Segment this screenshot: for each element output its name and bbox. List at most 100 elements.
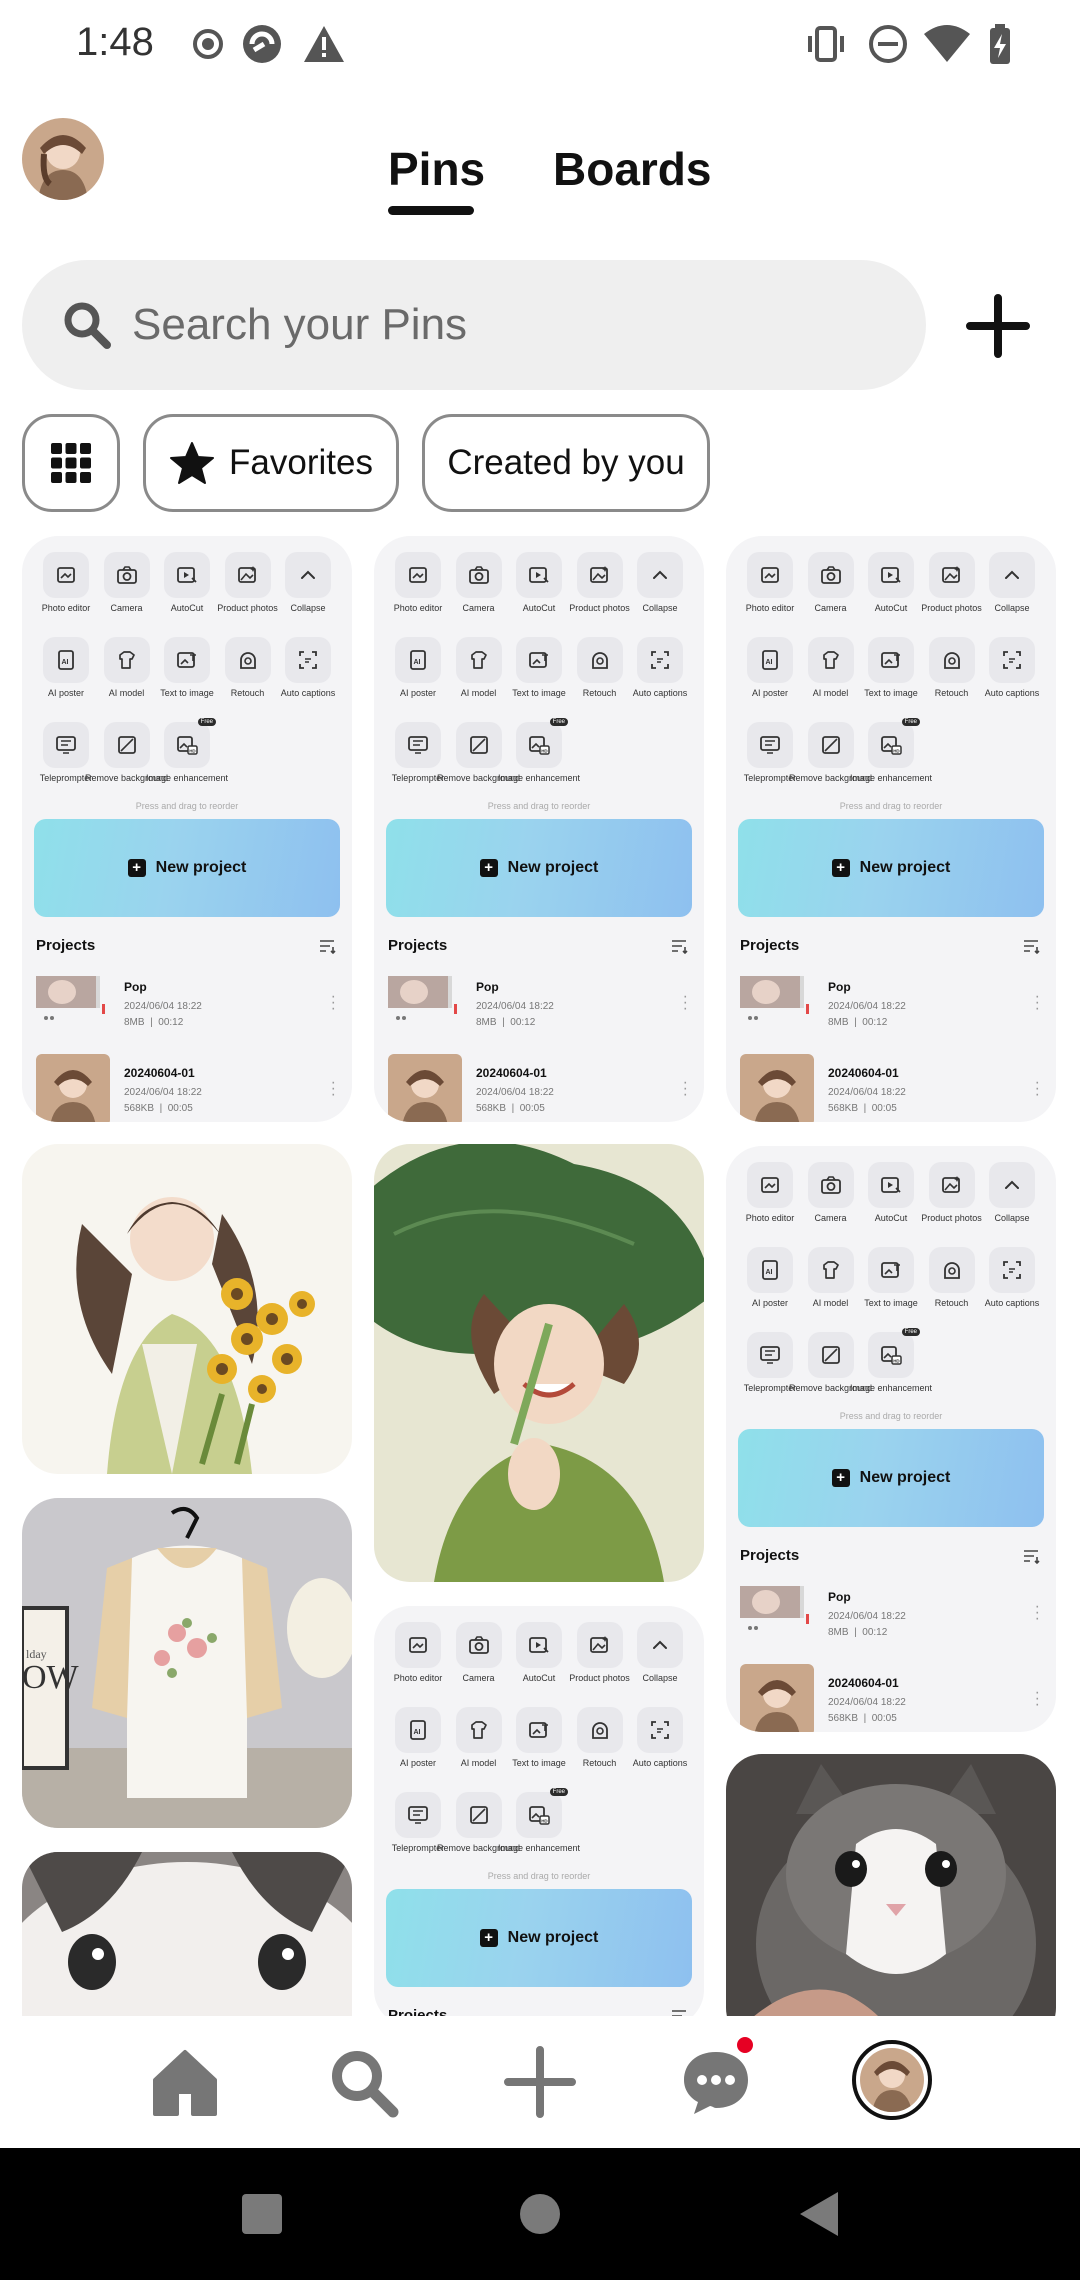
- tool-autocut[interactable]: AutoCut: [509, 552, 569, 625]
- tool-chevron-up[interactable]: Collapse: [278, 552, 338, 625]
- more-options-icon[interactable]: · · ·: [331, 989, 336, 1017]
- tool-autocut[interactable]: AutoCut: [861, 552, 921, 625]
- pin-card[interactable]: Photo editor Camera AutoCut Product photos C…: [374, 536, 704, 1122]
- tool-retouch[interactable]: Retouch: [570, 1707, 630, 1780]
- tool-text-to-image[interactable]: Text to image: [509, 637, 569, 710]
- more-options-icon[interactable]: · · ·: [683, 989, 688, 1017]
- tool-auto-captions[interactable]: Auto captions: [630, 1707, 690, 1780]
- more-options-icon[interactable]: · · ·: [1035, 1685, 1040, 1713]
- tool-ai-model[interactable]: AI model: [449, 1707, 509, 1780]
- tool-text-to-image[interactable]: Text to image: [861, 1247, 921, 1320]
- tool-autocut[interactable]: AutoCut: [157, 552, 217, 625]
- tool-autocut[interactable]: AutoCut: [861, 1162, 921, 1235]
- tool-camera[interactable]: Camera: [97, 552, 157, 625]
- new-project-button[interactable]: + New project: [738, 1429, 1044, 1527]
- tool-camera[interactable]: Camera: [801, 552, 861, 625]
- more-options-icon[interactable]: · · ·: [1035, 989, 1040, 1017]
- tool-camera[interactable]: Camera: [449, 1622, 509, 1695]
- tool-image-enhancement[interactable]: HD Free Image enhancement: [146, 718, 228, 795]
- project-item[interactable]: Pop 2024/06/04 18:22 8MB | 00:12 · · ·: [22, 954, 352, 1040]
- pin-image-cat[interactable]: [726, 1754, 1056, 2016]
- tool-chevron-up[interactable]: Collapse: [982, 1162, 1042, 1235]
- tool-ai-poster[interactable]: AI AI poster: [388, 637, 448, 710]
- tool-product-photos[interactable]: Product photos: [569, 1622, 630, 1695]
- tool-photo-editor[interactable]: Photo editor: [36, 552, 96, 625]
- tool-ai-model[interactable]: AI model: [97, 637, 157, 710]
- pins-feed[interactable]: Photo editor Camera AutoCut Product photos C…: [0, 530, 1080, 2016]
- pin-image-sunflower-girl[interactable]: [22, 1144, 352, 1474]
- pin-card[interactable]: Photo editor Camera AutoCut Product photos C…: [726, 1146, 1056, 1732]
- new-project-button[interactable]: + New project: [386, 1889, 692, 1987]
- tool-product-photos[interactable]: Product photos: [569, 552, 630, 625]
- filter-created-by-you-button[interactable]: Created by you: [422, 414, 710, 512]
- tool-ai-model[interactable]: AI model: [449, 637, 509, 710]
- tool-autocut[interactable]: AutoCut: [509, 1622, 569, 1695]
- tool-ai-model[interactable]: AI model: [801, 637, 861, 710]
- sort-icon[interactable]: [1022, 1548, 1042, 1564]
- more-options-icon[interactable]: · · ·: [683, 1075, 688, 1103]
- tool-photo-editor[interactable]: Photo editor: [740, 1162, 800, 1235]
- tool-camera[interactable]: Camera: [449, 552, 509, 625]
- more-options-icon[interactable]: · · ·: [331, 1075, 336, 1103]
- tool-photo-editor[interactable]: Photo editor: [388, 1622, 448, 1695]
- tool-photo-editor[interactable]: Photo editor: [740, 552, 800, 625]
- tool-ai-poster[interactable]: AI AI poster: [36, 637, 96, 710]
- tool-auto-captions[interactable]: Auto captions: [982, 637, 1042, 710]
- search-bar[interactable]: [22, 260, 926, 390]
- pin-image-cat-closeup[interactable]: [22, 1852, 352, 2016]
- pin-card[interactable]: Photo editor Camera AutoCut Product photos C…: [374, 1606, 704, 2016]
- pin-card[interactable]: Photo editor Camera AutoCut Product photos C…: [22, 536, 352, 1122]
- tool-auto-captions[interactable]: Auto captions: [630, 637, 690, 710]
- search-input[interactable]: [132, 290, 892, 360]
- tool-image-enhancement[interactable]: HD Free Image enhancement: [850, 1328, 932, 1405]
- tab-pins[interactable]: Pins: [388, 142, 485, 196]
- tool-product-photos[interactable]: Product photos: [217, 552, 278, 625]
- new-project-button[interactable]: + New project: [34, 819, 340, 917]
- sort-icon[interactable]: [670, 938, 690, 954]
- tool-text-to-image[interactable]: Text to image: [157, 637, 217, 710]
- tool-product-photos[interactable]: Product photos: [921, 552, 982, 625]
- project-item[interactable]: Pop 2024/06/04 18:22 8MB | 00:12 · · ·: [726, 954, 1056, 1040]
- tab-boards[interactable]: Boards: [553, 142, 711, 196]
- tool-chevron-up[interactable]: Collapse: [630, 552, 690, 625]
- project-item[interactable]: 20240604-01 2024/06/04 18:22 568KB | 00:05…: [726, 1040, 1056, 1122]
- pin-image-white-dress[interactable]: lday OW: [22, 1498, 352, 1828]
- profile-nav-avatar[interactable]: [852, 2040, 932, 2120]
- new-project-button[interactable]: + New project: [738, 819, 1044, 917]
- back-button-icon[interactable]: [796, 2190, 840, 2238]
- tool-camera[interactable]: Camera: [801, 1162, 861, 1235]
- tool-ai-model[interactable]: AI model: [801, 1247, 861, 1320]
- more-options-icon[interactable]: · · ·: [1035, 1599, 1040, 1627]
- tool-image-enhancement[interactable]: HD Free Image enhancement: [850, 718, 932, 795]
- tool-ai-poster[interactable]: AI AI poster: [740, 637, 800, 710]
- tool-retouch[interactable]: Retouch: [922, 637, 982, 710]
- add-pin-button[interactable]: [958, 286, 1038, 366]
- tool-chevron-up[interactable]: Collapse: [982, 552, 1042, 625]
- pin-image-leaf-girl[interactable]: [374, 1144, 704, 1582]
- tool-chevron-up[interactable]: Collapse: [630, 1622, 690, 1695]
- sort-icon[interactable]: [318, 938, 338, 954]
- home-icon[interactable]: [145, 2042, 225, 2122]
- tool-photo-editor[interactable]: Photo editor: [388, 552, 448, 625]
- project-item[interactable]: Pop 2024/06/04 18:22 8MB | 00:12 · · ·: [726, 1564, 1056, 1650]
- project-item[interactable]: 20240604-01 2024/06/04 18:22 568KB | 00:05…: [726, 1650, 1056, 1732]
- tool-auto-captions[interactable]: Auto captions: [982, 1247, 1042, 1320]
- profile-avatar[interactable]: [22, 118, 104, 200]
- sort-icon[interactable]: [1022, 938, 1042, 954]
- project-item[interactable]: 20240604-01 2024/06/04 18:22 568KB | 00:05…: [22, 1040, 352, 1122]
- more-options-icon[interactable]: · · ·: [1035, 1075, 1040, 1103]
- pin-card[interactable]: Photo editor Camera AutoCut Product photos C…: [726, 536, 1056, 1122]
- tool-image-enhancement[interactable]: HD Free Image enhancement: [498, 1788, 580, 1865]
- home-button-icon[interactable]: [518, 2192, 562, 2236]
- tool-retouch[interactable]: Retouch: [570, 637, 630, 710]
- sort-icon[interactable]: [670, 2008, 690, 2017]
- create-icon[interactable]: [500, 2042, 580, 2122]
- tool-retouch[interactable]: Retouch: [218, 637, 278, 710]
- tool-auto-captions[interactable]: Auto captions: [278, 637, 338, 710]
- filter-favorites-button[interactable]: Favorites: [143, 414, 399, 512]
- tool-image-enhancement[interactable]: HD Free Image enhancement: [498, 718, 580, 795]
- tool-text-to-image[interactable]: Text to image: [861, 637, 921, 710]
- tool-product-photos[interactable]: Product photos: [921, 1162, 982, 1235]
- tool-retouch[interactable]: Retouch: [922, 1247, 982, 1320]
- project-item[interactable]: 20240604-01 2024/06/04 18:22 568KB | 00:05…: [374, 1040, 704, 1122]
